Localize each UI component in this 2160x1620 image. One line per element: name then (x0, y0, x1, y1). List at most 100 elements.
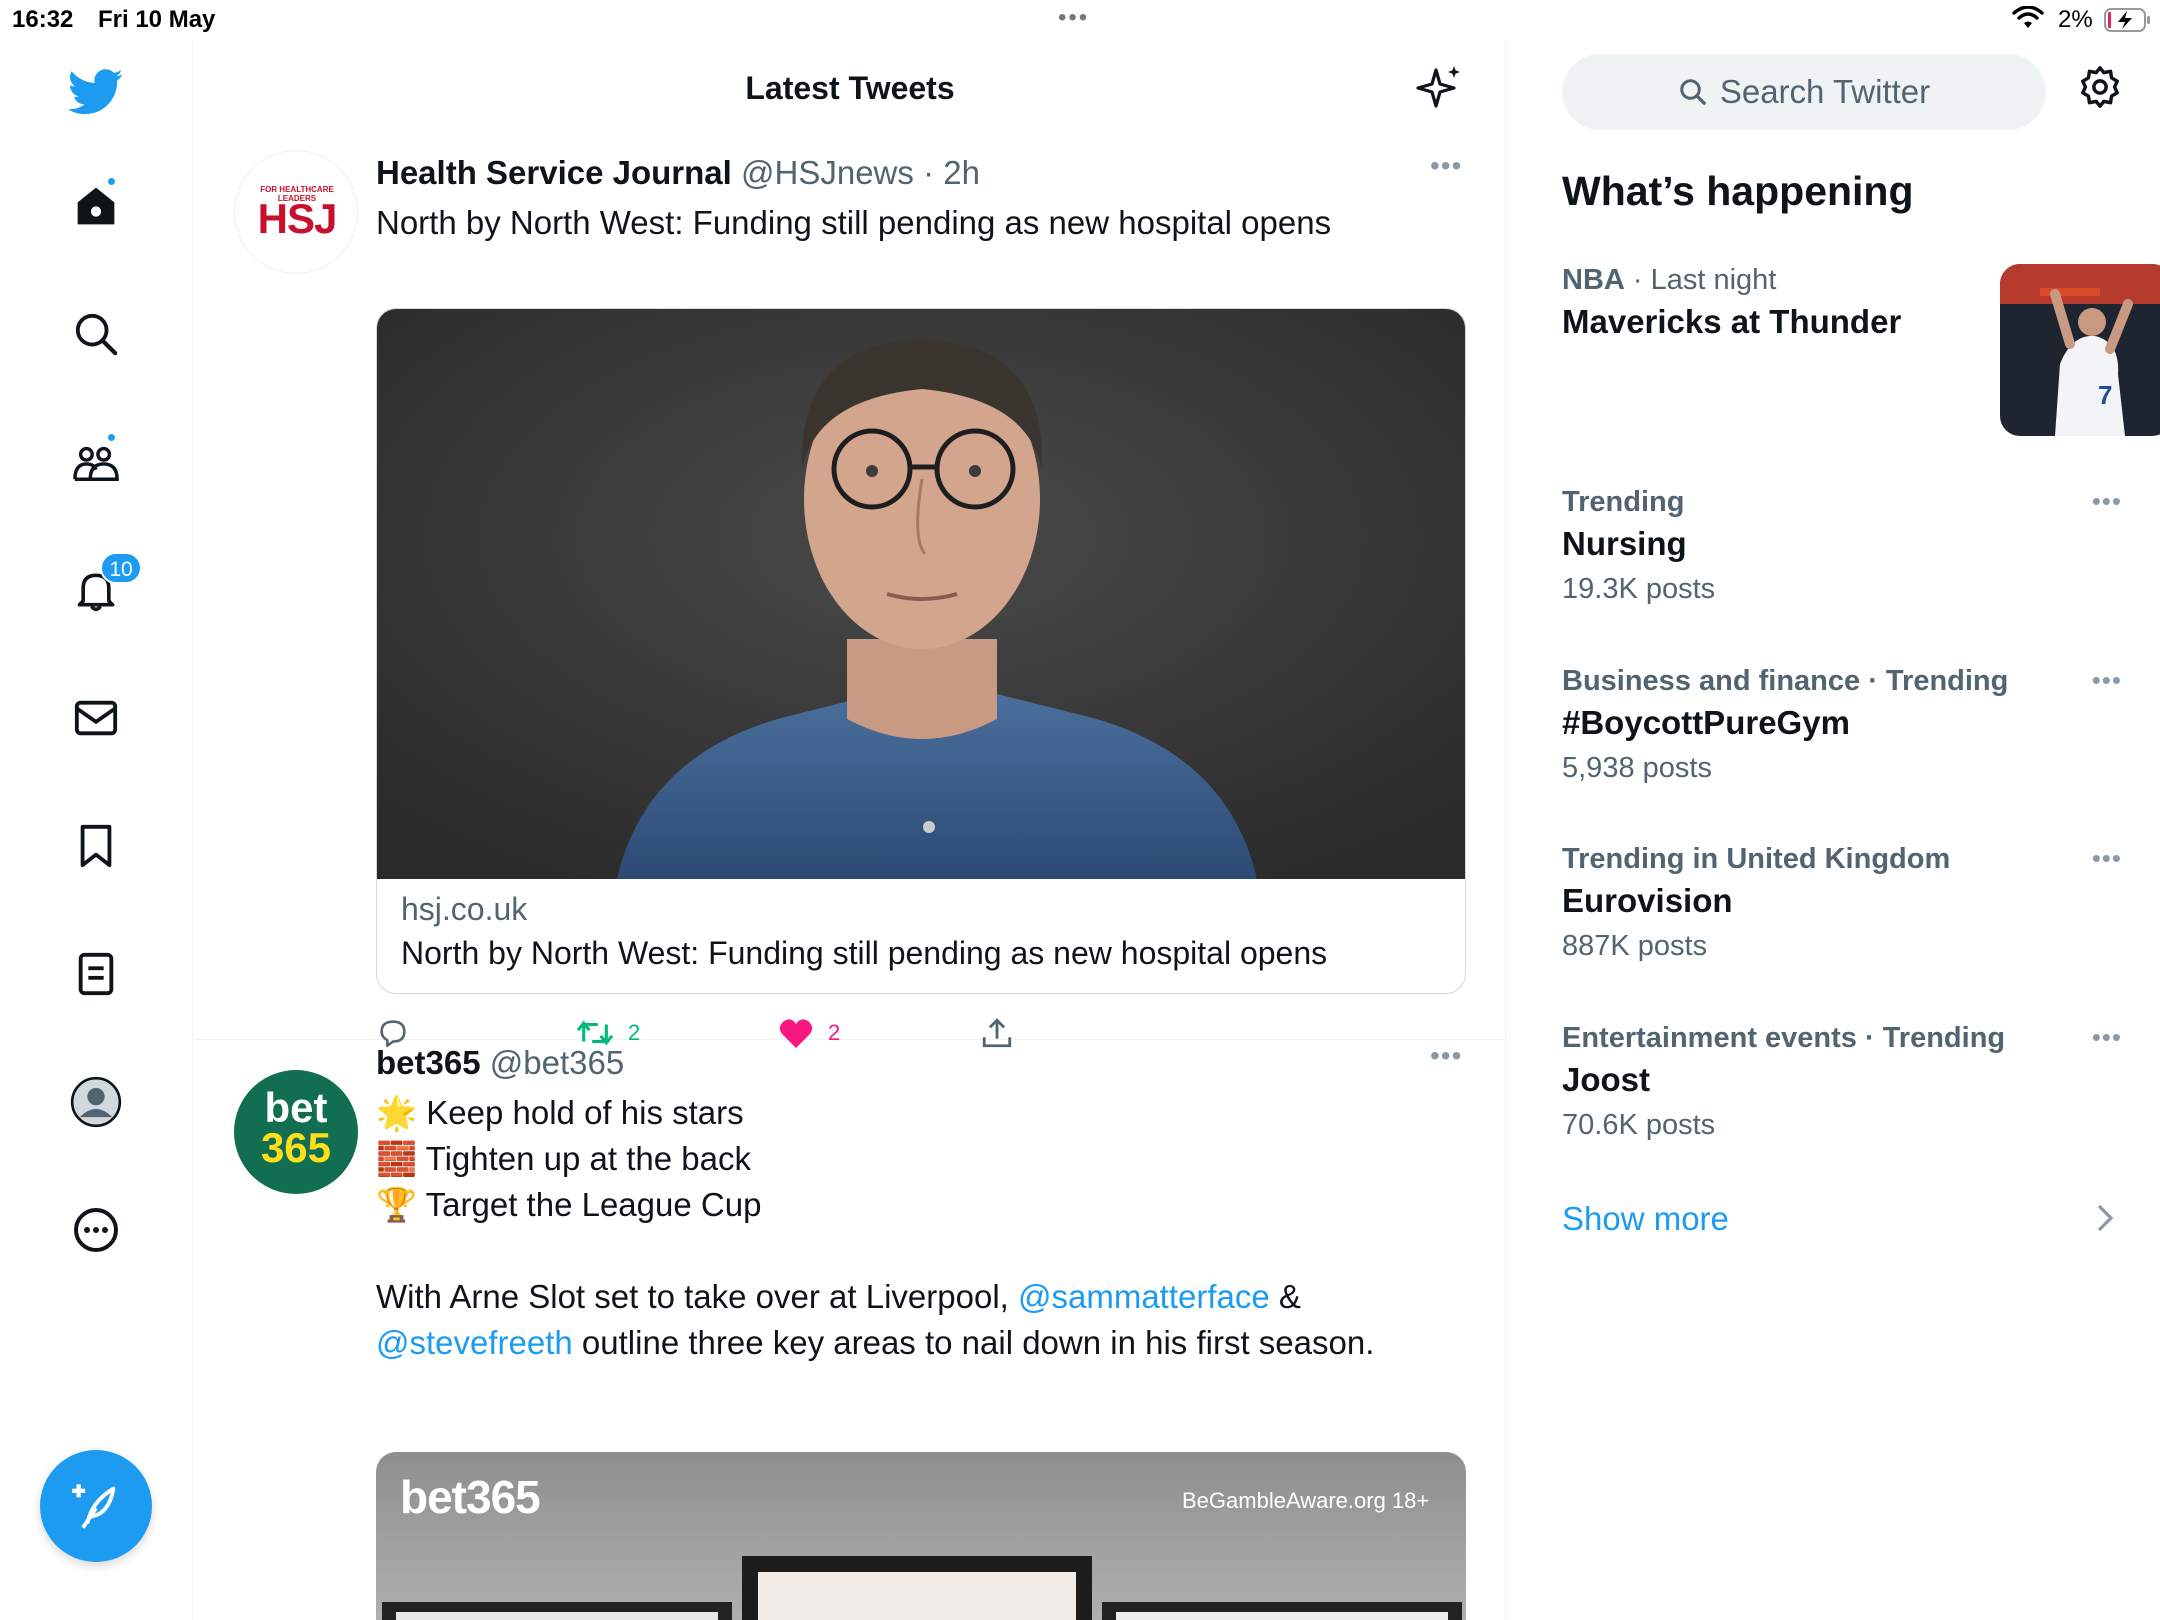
link-card[interactable]: hsj.co.uk North by North West: Funding s… (376, 308, 1466, 994)
svg-text:7: 7 (2098, 380, 2112, 410)
trend-topic: Eurovision (1562, 882, 1733, 919)
home-unread-dot (106, 176, 117, 187)
nav-notifications[interactable]: 10 (64, 552, 142, 622)
nav-more[interactable] (64, 1198, 128, 1262)
mention-link[interactable]: @sammatterface (1018, 1278, 1270, 1315)
trend-more-icon[interactable]: ••• (2092, 665, 2122, 696)
tweet-author-name[interactable]: bet365 (376, 1044, 481, 1081)
search-placeholder: Search Twitter (1719, 73, 1931, 110)
battery-percent: 2% (2058, 6, 2093, 33)
trend-post-count: 887K posts (1562, 930, 1708, 962)
battery-charging-icon (2104, 8, 2152, 37)
whats-happening-heading: What’s happening (1562, 168, 1914, 214)
nav-explore[interactable] (64, 302, 128, 366)
tweet-header: Health Service Journal @HSJnews · 2h (376, 154, 980, 192)
trend-item[interactable]: Trending in United Kingdom Eurovision 88… (1562, 843, 2122, 963)
timeline: Latest Tweets FOR HEALTHCARE LEADERS HSJ… (194, 40, 1506, 1620)
trend-topic: Joost (1562, 1061, 1651, 1098)
trend-category: Business and finance · Trending (1562, 665, 2009, 697)
tweet-body-text: outline three key areas to nail down in … (572, 1324, 1375, 1361)
trend-category: Trending (1562, 486, 1685, 518)
trend-category: Entertainment events · Trending (1562, 1022, 2006, 1054)
link-card-title: North by North West: Funding still pendi… (401, 935, 1328, 971)
tweet-author-handle[interactable]: @HSJnews (741, 154, 914, 191)
trend-post-count: 19.3K posts (1562, 573, 1716, 605)
search-icon (75, 313, 118, 356)
trend-more-icon[interactable]: ••• (2092, 486, 2122, 517)
search-input[interactable]: Search Twitter (1562, 54, 2046, 130)
link-card-image (377, 309, 1465, 879)
trend-thumbnail: 7 (2000, 264, 2160, 436)
link-card-domain: hsj.co.uk (401, 891, 528, 927)
tweet-line-text: Tighten up at the back (425, 1140, 751, 1177)
status-time: 16:32 (12, 6, 74, 33)
search-icon (1680, 79, 1706, 105)
trend-category: NBA (1562, 264, 1625, 296)
multitasking-dots-icon[interactable]: ••• (1058, 4, 1089, 32)
tweet-text-line: 🧱 Tighten up at the back (376, 1136, 751, 1182)
tweet[interactable]: bet 365 bet365 @bet365 ••• 🌟 Keep hold o… (194, 1040, 1505, 1620)
tweet-text-line: 🌟 Keep hold of his stars (376, 1090, 744, 1136)
trend-topic: #BoycottPureGym (1562, 704, 1850, 741)
bet365-logo-365: 365 (260, 1124, 332, 1171)
tweet-text: North by North West: Funding still pendi… (376, 204, 1332, 241)
tweet-line-text: Keep hold of his stars (426, 1094, 744, 1131)
trend-category: Trending in United Kingdom (1562, 843, 1951, 875)
tweet[interactable]: FOR HEALTHCARE LEADERS HSJ Health Servic… (194, 150, 1505, 1048)
tweet-text-line: @stevefreeth outline three key areas to … (376, 1320, 1374, 1366)
media-disclaimer: BeGambleAware.org 18+ (1182, 1488, 1430, 1513)
nav-messages[interactable] (64, 686, 128, 750)
twitter-logo-icon[interactable] (64, 60, 128, 124)
lists-icon (78, 952, 114, 996)
tweet-avatar[interactable]: FOR HEALTHCARE LEADERS HSJ (234, 150, 358, 274)
compose-feather-icon (72, 1484, 116, 1529)
avatar (70, 1076, 122, 1128)
trophy-emoji-icon: 🏆 (376, 1186, 418, 1223)
compose-tweet-button[interactable] (40, 1450, 152, 1562)
nav-profile[interactable] (64, 1070, 128, 1134)
status-date: Fri 10 May (98, 6, 216, 33)
trend-more-icon[interactable]: ••• (2092, 1022, 2122, 1053)
tweet-timestamp[interactable]: · 2h (923, 154, 980, 191)
nav-lists[interactable] (64, 942, 128, 1006)
tweet-author-name[interactable]: Health Service Journal (376, 154, 732, 191)
left-nav-rail: 10 (0, 40, 193, 1620)
tweet-more-icon[interactable]: ••• (1430, 150, 1462, 182)
communities-unread-dot (106, 432, 117, 443)
trend-item[interactable]: Business and finance · Trending #Boycott… (1562, 665, 2122, 785)
tweet-avatar[interactable]: bet 365 (234, 1070, 358, 1194)
star-emoji-icon: 🌟 (376, 1094, 418, 1131)
show-more-link[interactable]: Show more (1562, 1200, 1729, 1238)
media-logo-text: bet365 (400, 1471, 541, 1523)
notifications-count-badge: 10 (100, 552, 142, 584)
tweet-media[interactable]: bet365 BeGambleAware.org 18+ (376, 1452, 1466, 1620)
nav-bookmarks[interactable] (64, 814, 128, 878)
mention-link[interactable]: @stevefreeth (376, 1324, 573, 1361)
tweet-line-text: Target the League Cup (425, 1186, 762, 1223)
tweet-text-line: 🏆 Target the League Cup (376, 1182, 761, 1228)
trend-more-icon[interactable]: ••• (2092, 843, 2122, 874)
settings-gear-icon[interactable] (2077, 64, 2123, 115)
wifi-icon (2012, 5, 2044, 35)
trend-item[interactable]: NBA · Last night Mavericks at Thunder 7 (1562, 264, 2160, 436)
trend-item[interactable]: Trending Nursing 19.3K posts ••• (1562, 486, 2122, 606)
home-icon (77, 187, 115, 225)
more-circle-icon (74, 1208, 118, 1252)
nav-home[interactable] (64, 174, 128, 238)
page-title: Latest Tweets (745, 70, 955, 106)
trend-post-count: 70.6K posts (1562, 1109, 1716, 1141)
envelope-icon (74, 700, 118, 736)
tweet-more-icon[interactable]: ••• (1430, 1040, 1462, 1072)
communities-icon (73, 446, 119, 481)
tweet-header: bet365 @bet365 (376, 1044, 624, 1082)
hsj-logo: HSJ (257, 195, 338, 242)
tweet-author-handle[interactable]: @bet365 (490, 1044, 624, 1081)
chevron-right-icon (2095, 1202, 2115, 1239)
right-sidebar: Search Twitter What’s happening NBA · La… (1507, 40, 2160, 1620)
tweet-body-text: & (1269, 1278, 1301, 1315)
tweet-body-text: With Arne Slot set to take over at Liver… (376, 1278, 1018, 1315)
nav-communities[interactable] (64, 430, 128, 494)
trend-item[interactable]: Entertainment events · Trending Joost 70… (1562, 1022, 2122, 1142)
bet365-logo-bet: bet (264, 1084, 328, 1131)
sparkle-icon[interactable] (1416, 64, 1464, 117)
